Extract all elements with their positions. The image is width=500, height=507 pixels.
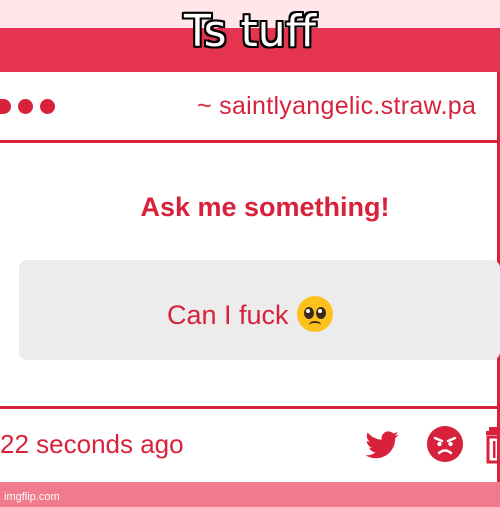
question-box: Can I fuck <box>19 260 500 360</box>
imgflip-watermark: imgflip.com <box>4 491 60 503</box>
ask-prompt-title: Ask me something! <box>140 192 390 222</box>
question-card: ~ saintlyangelic.straw.pa Ask me somethi… <box>0 72 500 498</box>
pleading-face-icon <box>296 296 333 332</box>
site-url[interactable]: ~ saintlyangelic.straw.pa <box>197 92 476 121</box>
browser-header: ~ saintlyangelic.straw.pa <box>0 72 497 143</box>
window-dot-icon <box>0 99 11 114</box>
meme-caption: Ts tuff <box>184 6 316 57</box>
angry-face-icon[interactable] <box>427 426 463 462</box>
window-dot-icon <box>18 99 33 114</box>
twitter-icon[interactable] <box>363 425 401 463</box>
footer-divider <box>0 406 497 409</box>
trash-icon[interactable] <box>486 424 500 464</box>
question-line: Can I fuck <box>167 296 333 332</box>
window-dot-icon <box>40 99 55 114</box>
timestamp: 22 seconds ago <box>0 429 184 459</box>
bottom-band <box>0 482 500 507</box>
window-dots <box>0 99 62 115</box>
question-text: Can I fuck <box>167 300 289 330</box>
